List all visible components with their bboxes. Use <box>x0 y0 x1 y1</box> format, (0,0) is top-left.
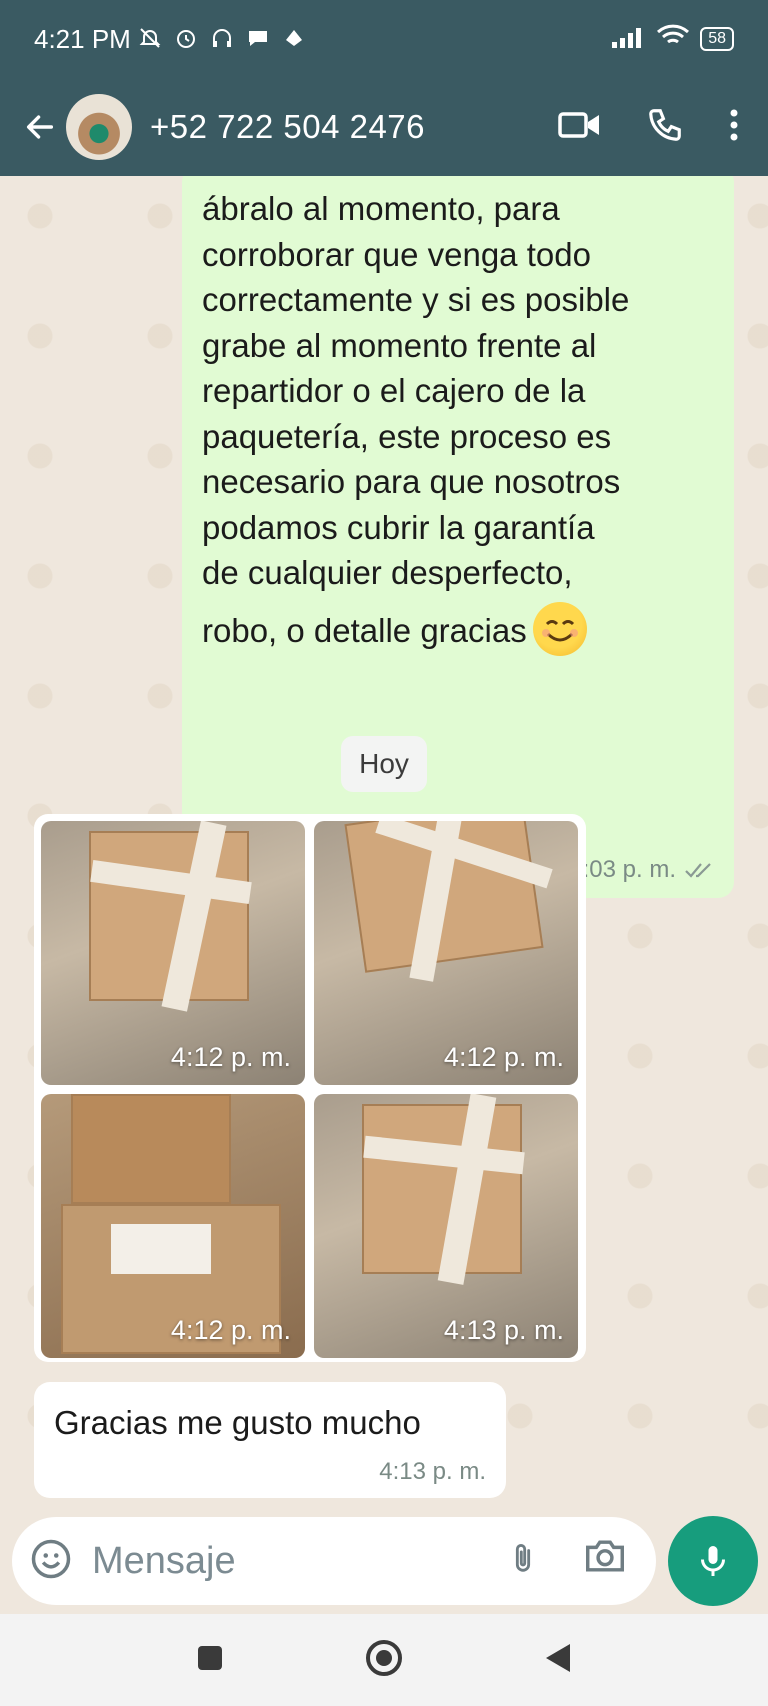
packing-paper <box>71 1094 231 1204</box>
mute-icon <box>137 26 163 52</box>
gift-box <box>362 1104 522 1274</box>
triangle-back-icon <box>546 1643 570 1672</box>
message-line: de cualquier desperfecto, <box>202 554 573 591</box>
voice-record-button[interactable] <box>668 1516 758 1606</box>
photo-time: 4:12 p. m. <box>170 1315 291 1345</box>
photo-thumbnail[interactable]: 4:13 p. m. <box>314 1094 578 1358</box>
chat-area[interactable]: ábralo al momento, para corroborar que v… <box>0 176 768 1516</box>
contact-name[interactable]: +52 722 504 2476 <box>150 108 425 146</box>
camera-icon <box>586 1539 624 1572</box>
incoming-message[interactable]: Gracias me gusto mucho 4:13 p. m. <box>34 1382 506 1498</box>
status-icons <box>137 26 307 52</box>
outgoing-message[interactable]: ábralo al momento, para corroborar que v… <box>182 176 734 898</box>
message-meta: 6:03 p. m. <box>569 856 714 884</box>
system-nav-bar <box>0 1614 768 1706</box>
home-button[interactable] <box>364 1638 404 1683</box>
square-icon <box>198 1645 222 1670</box>
status-bar: 4:21 PM 58 <box>0 0 768 78</box>
phone-icon <box>649 108 681 141</box>
message-line: necesario para que nosotros <box>202 463 621 500</box>
message-composer[interactable]: Mensaje <box>12 1517 656 1605</box>
signal-icon <box>612 24 646 55</box>
message-line: ábralo al momento, para <box>202 190 560 227</box>
message-line: correctamente y si es posible <box>202 281 630 318</box>
message-line: repartidor o el cajero de la <box>202 372 586 409</box>
message-line: paquetería, este proceso es <box>202 417 612 455</box>
message-line: robo, o detalle gracias <box>202 611 527 649</box>
arrow-left-icon <box>26 115 54 139</box>
paperclip-icon <box>515 1543 531 1572</box>
chat-header: +52 722 504 2476 <box>0 78 768 176</box>
message-input[interactable]: Mensaje <box>92 1540 506 1583</box>
more-options-button[interactable] <box>728 107 740 148</box>
circle-icon <box>366 1639 402 1676</box>
message-time: 4:13 p. m. <box>379 1458 486 1485</box>
message-text: Gracias me gusto mucho <box>54 1404 421 1441</box>
photo-time: 4:12 p. m. <box>170 1042 291 1072</box>
double-check-icon <box>685 863 711 878</box>
message-line: grabe al momento frente al <box>202 326 597 364</box>
smile-emoji-icon <box>532 601 587 656</box>
camera-button[interactable] <box>584 1537 626 1586</box>
more-vertical-icon <box>730 109 738 140</box>
photo-thumbnail[interactable]: 4:12 p. m. <box>41 821 305 1085</box>
date-chip: Hoy <box>341 736 427 792</box>
status-time: 4:21 PM <box>34 23 131 54</box>
photo-thumbnail[interactable]: 4:12 p. m. <box>314 821 578 1085</box>
photo-album[interactable]: 4:12 p. m. 4:12 p. m. 4:12 p. m. 4:13 p.… <box>34 814 586 1362</box>
photo-time: 4:12 p. m. <box>443 1042 564 1072</box>
recents-button[interactable] <box>196 1644 224 1677</box>
chat-icon <box>245 26 271 52</box>
emoji-button[interactable] <box>30 1538 72 1585</box>
alarm-icon <box>173 26 199 52</box>
wifi-icon <box>656 24 690 55</box>
message-line: corroborar que venga todo <box>202 235 591 273</box>
photo-time: 4:13 p. m. <box>443 1315 564 1345</box>
back-button[interactable] <box>10 97 70 157</box>
headphones-icon <box>209 26 235 52</box>
video-call-button[interactable] <box>558 108 602 147</box>
back-nav-button[interactable] <box>544 1642 572 1679</box>
voice-call-button[interactable] <box>646 106 684 149</box>
attach-button[interactable] <box>506 1537 540 1586</box>
video-icon <box>558 111 599 138</box>
message-meta: 4:13 p. m. <box>379 1458 486 1486</box>
message-line: podamos cubrir la garantía <box>202 508 595 546</box>
emoji-icon <box>31 1539 71 1578</box>
microphone-icon <box>701 1546 725 1576</box>
status-right: 58 <box>612 24 734 55</box>
battery-indicator: 58 <box>700 27 734 51</box>
avatar[interactable] <box>66 94 132 160</box>
photo-thumbnail[interactable]: 4:12 p. m. <box>41 1094 305 1358</box>
message-text: ábralo al momento, para corroborar que v… <box>202 186 712 656</box>
card <box>111 1224 211 1274</box>
app-icon <box>281 26 307 52</box>
